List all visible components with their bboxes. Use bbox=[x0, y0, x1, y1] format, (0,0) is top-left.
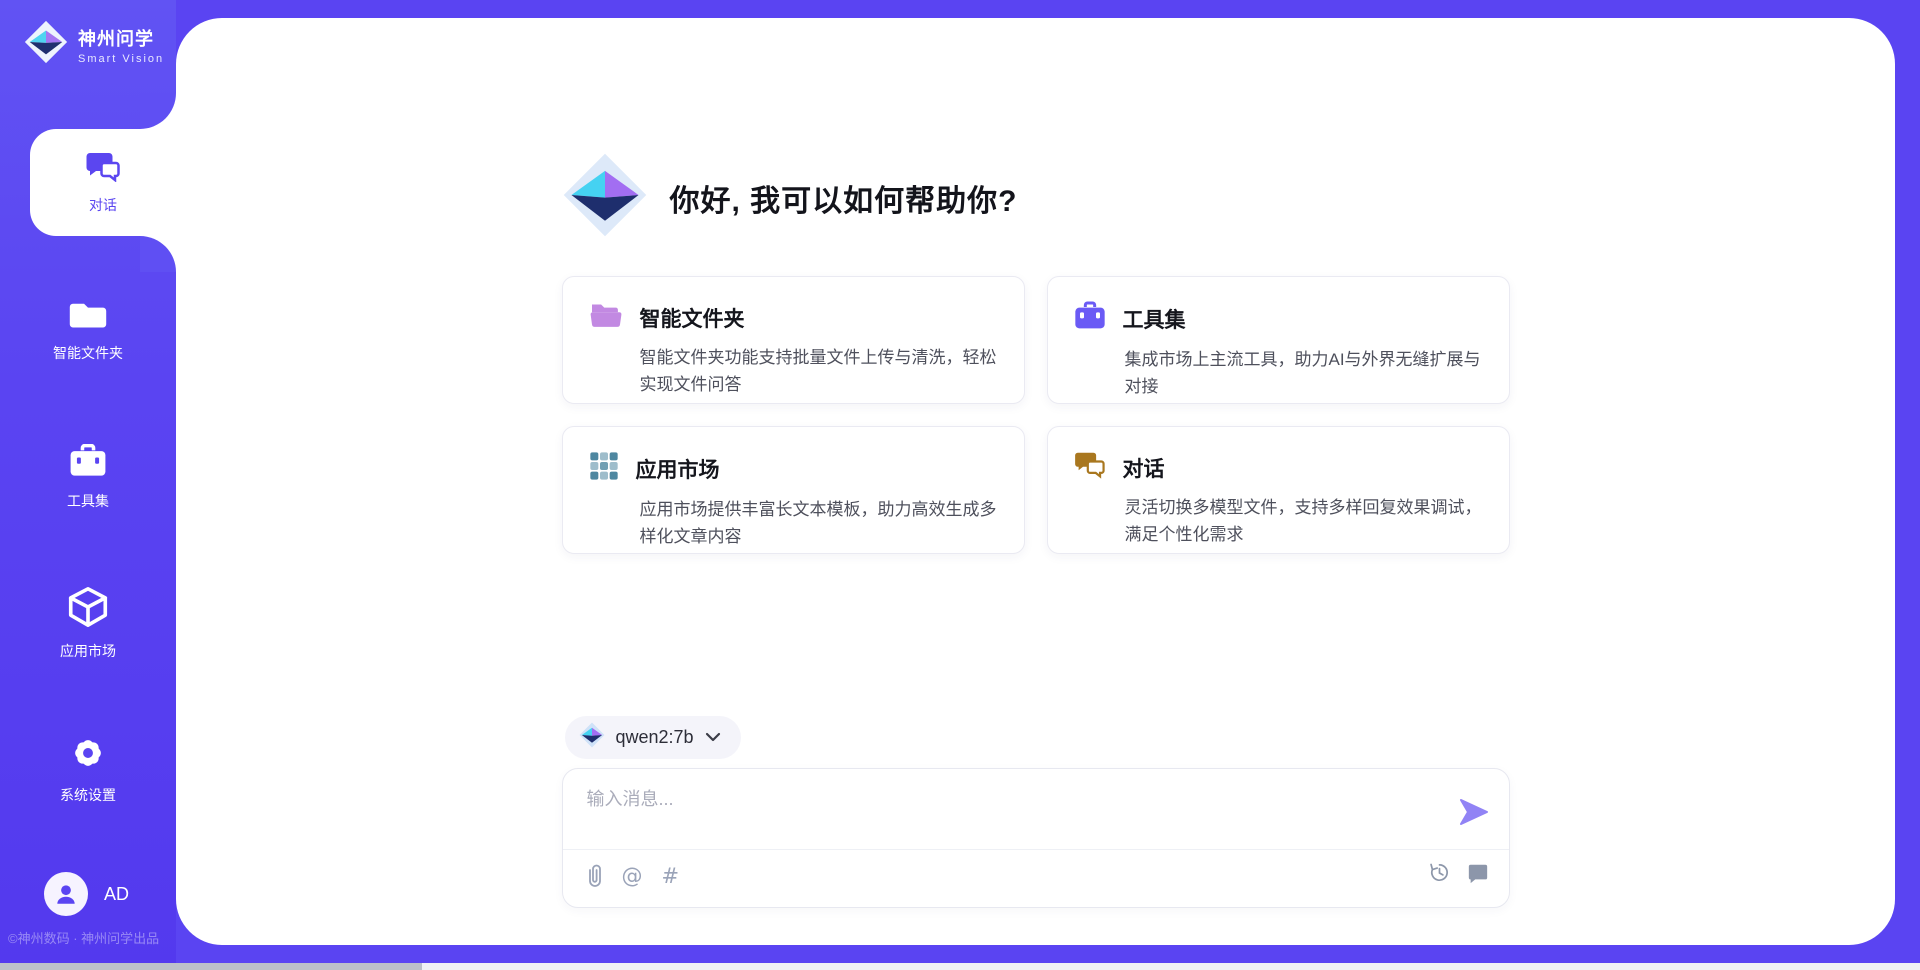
gear-icon bbox=[69, 734, 107, 777]
card-title: 对话 bbox=[1123, 453, 1165, 483]
model-name: qwen2:7b bbox=[616, 727, 694, 748]
sidebar-item-label: 应用市场 bbox=[60, 641, 116, 661]
card-app-market[interactable]: 应用市场 应用市场提供丰富长文本模板，助力高效生成多样化文章内容 bbox=[562, 426, 1025, 554]
greeting: 你好, 我可以如何帮助你? bbox=[562, 152, 1018, 243]
avatar bbox=[44, 872, 88, 916]
sidebar: 神州问学 Smart Vision 对话 智能文件夹 bbox=[0, 0, 176, 970]
assistant-diamond-icon bbox=[562, 152, 648, 243]
paperclip-icon[interactable] bbox=[587, 864, 603, 888]
brand-name: 神州问学 bbox=[78, 25, 164, 51]
mention-icon[interactable]: @ bbox=[622, 861, 643, 891]
comment-icon[interactable] bbox=[1467, 862, 1489, 884]
user-profile[interactable]: AD bbox=[44, 872, 129, 916]
model-selector[interactable]: qwen2:7b bbox=[565, 716, 741, 759]
scrollbar-thumb[interactable] bbox=[0, 963, 422, 970]
tab-fillet-bottom bbox=[140, 236, 176, 272]
composer-divider bbox=[563, 849, 1509, 850]
sidebar-item-apps[interactable]: 应用市场 bbox=[0, 586, 176, 661]
card-title: 应用市场 bbox=[636, 454, 720, 484]
sidebar-item-folders[interactable]: 智能文件夹 bbox=[0, 298, 176, 363]
model-diamond-icon bbox=[579, 722, 605, 753]
card-description: 灵活切换多模型文件，支持多样回复效果调试，满足个性化需求 bbox=[1125, 494, 1483, 548]
chat-bubbles-icon bbox=[1074, 451, 1106, 484]
message-input[interactable] bbox=[587, 785, 1427, 845]
card-description: 智能文件夹功能支持批量文件上传与清洗，轻松实现文件问答 bbox=[640, 344, 998, 398]
sidebar-item-chat[interactable]: 对话 bbox=[30, 129, 176, 236]
cube-icon bbox=[68, 586, 108, 633]
person-icon bbox=[53, 881, 79, 907]
feature-cards: 智能文件夹 智能文件夹功能支持批量文件上传与清洗，轻松实现文件问答 bbox=[562, 276, 1510, 554]
toolbox-icon bbox=[1074, 301, 1106, 336]
user-name: AD bbox=[104, 884, 129, 905]
hash-icon[interactable]: # bbox=[662, 861, 680, 891]
toolbox-icon bbox=[69, 444, 107, 483]
card-description: 应用市场提供丰富长文本模板，助力高效生成多样化文章内容 bbox=[640, 496, 998, 550]
sidebar-item-label: 系统设置 bbox=[60, 785, 116, 805]
card-toolset[interactable]: 工具集 集成市场上主流工具，助力AI与外界无缝扩展与对接 bbox=[1047, 276, 1510, 404]
tab-fillet-top bbox=[140, 93, 176, 129]
sidebar-item-settings[interactable]: 系统设置 bbox=[0, 734, 176, 805]
card-title: 工具集 bbox=[1123, 304, 1186, 334]
main-panel: 你好, 我可以如何帮助你? 智能文件夹 智能文件夹功能支持批量文件上传与清洗，轻… bbox=[176, 18, 1895, 945]
message-composer: @ # bbox=[562, 768, 1510, 908]
sidebar-item-tools[interactable]: 工具集 bbox=[0, 444, 176, 511]
brand-diamond-icon bbox=[24, 20, 68, 69]
copyright-text: ©神州数码 · 神州问学出品 bbox=[8, 928, 159, 947]
brand-subtitle: Smart Vision bbox=[78, 53, 164, 65]
greeting-title: 你好, 我可以如何帮助你? bbox=[670, 176, 1018, 220]
card-chat[interactable]: 对话 灵活切换多模型文件，支持多样回复效果调试，满足个性化需求 bbox=[1047, 426, 1510, 554]
brand-logo: 神州问学 Smart Vision bbox=[24, 20, 164, 69]
card-description: 集成市场上主流工具，助力AI与外界无缝扩展与对接 bbox=[1125, 346, 1483, 400]
send-icon[interactable] bbox=[1459, 799, 1489, 825]
history-icon[interactable] bbox=[1428, 861, 1451, 884]
sidebar-item-label: 工具集 bbox=[67, 491, 109, 511]
sidebar-item-label: 对话 bbox=[89, 195, 117, 215]
folder-open-icon bbox=[589, 301, 623, 334]
card-smart-folders[interactable]: 智能文件夹 智能文件夹功能支持批量文件上传与清洗，轻松实现文件问答 bbox=[562, 276, 1025, 404]
folder-icon bbox=[69, 298, 107, 335]
card-title: 智能文件夹 bbox=[640, 303, 745, 333]
chat-bubbles-icon bbox=[85, 150, 121, 187]
chevron-down-icon bbox=[705, 729, 721, 747]
sidebar-item-label: 智能文件夹 bbox=[53, 343, 123, 363]
horizontal-scrollbar[interactable] bbox=[0, 963, 1920, 970]
grid-icon bbox=[589, 451, 619, 486]
